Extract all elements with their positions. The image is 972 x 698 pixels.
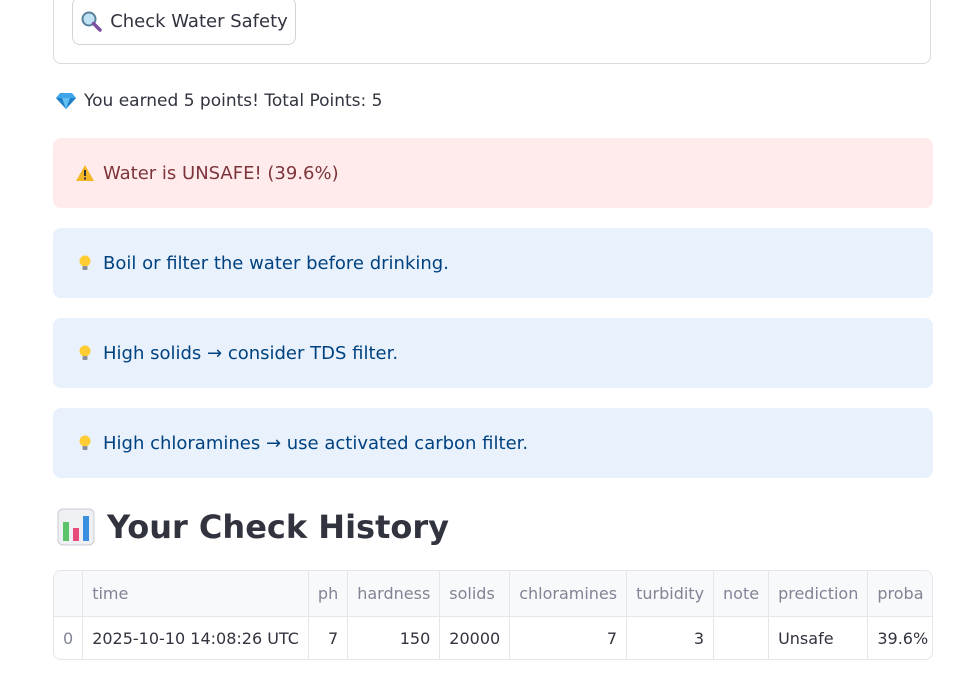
table-cell[interactable]: 20000 bbox=[439, 616, 511, 659]
column-header[interactable]: ph bbox=[308, 571, 349, 617]
table-cell[interactable]: 150 bbox=[347, 616, 441, 659]
column-header[interactable]: chloramines bbox=[509, 571, 628, 617]
tip-text: High solids → consider TDS filter. bbox=[103, 342, 399, 364]
column-header[interactable]: proba bbox=[867, 571, 932, 617]
column-header[interactable]: prediction bbox=[768, 571, 869, 617]
tip-text: Boil or filter the water before drinking… bbox=[103, 252, 449, 274]
unsafe-result-alert: Water is UNSAFE! (39.6%) bbox=[53, 138, 933, 208]
history-table[interactable]: time ph hardness solids chloramines turb… bbox=[53, 570, 933, 660]
table-cell[interactable]: 7 bbox=[308, 616, 349, 659]
points-text: You earned 5 points! Total Points: 5 bbox=[84, 91, 383, 111]
lightbulb-icon bbox=[75, 433, 95, 453]
tip-alert: High chloramines → use activated carbon … bbox=[53, 408, 933, 478]
tip-text: High chloramines → use activated carbon … bbox=[103, 432, 529, 454]
column-header[interactable] bbox=[54, 571, 84, 617]
table-cell[interactable]: 39.6% bbox=[867, 616, 932, 659]
history-title-text: Your Check History bbox=[107, 508, 449, 546]
table-cell[interactable]: 3 bbox=[626, 616, 715, 659]
tip-alert: High solids → consider TDS filter. bbox=[53, 318, 933, 388]
table-cell[interactable]: 7 bbox=[509, 616, 628, 659]
table-cell[interactable]: 0 bbox=[54, 616, 84, 659]
lightbulb-icon bbox=[75, 253, 95, 273]
table-row: 0 2025-10-10 14:08:26 UTC 7 150 20000 7 … bbox=[54, 616, 932, 659]
warning-icon bbox=[75, 163, 95, 183]
column-header[interactable]: time bbox=[82, 571, 309, 617]
history-heading: Your Check History bbox=[57, 508, 449, 546]
points-message: You earned 5 points! Total Points: 5 bbox=[56, 91, 382, 111]
column-header[interactable]: turbidity bbox=[626, 571, 715, 617]
column-header[interactable]: note bbox=[713, 571, 770, 617]
table-cell[interactable]: 2025-10-10 14:08:26 UTC bbox=[82, 616, 309, 659]
magnifying-glass-icon bbox=[80, 10, 102, 32]
table-cell[interactable] bbox=[713, 616, 770, 659]
result-text: Water is UNSAFE! (39.6%) bbox=[103, 162, 339, 184]
lightbulb-icon bbox=[75, 343, 95, 363]
tip-alert: Boil or filter the water before drinking… bbox=[53, 228, 933, 298]
column-header[interactable]: solids bbox=[439, 571, 511, 617]
table-cell[interactable]: Unsafe bbox=[768, 616, 869, 659]
check-water-safety-button[interactable]: Check Water Safety bbox=[72, 0, 296, 45]
check-button-label: Check Water Safety bbox=[110, 10, 288, 32]
table-header-row: time ph hardness solids chloramines turb… bbox=[54, 571, 932, 617]
column-header[interactable]: hardness bbox=[347, 571, 441, 617]
bar-chart-icon bbox=[57, 508, 95, 546]
gem-icon bbox=[56, 92, 76, 110]
